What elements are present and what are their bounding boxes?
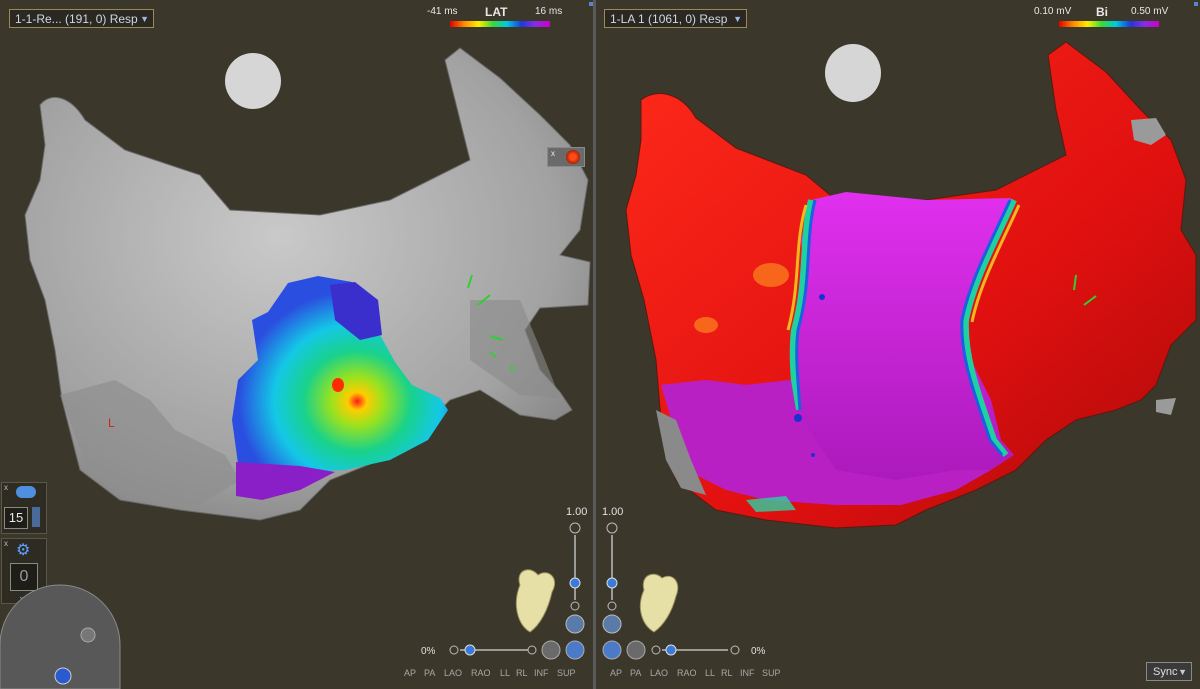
- scale-min: -41 ms: [427, 6, 458, 17]
- left-3d-mesh[interactable]: D: [0, 0, 593, 689]
- scale-gradient-bar: [1059, 21, 1159, 27]
- zoom-slider[interactable]: [605, 522, 619, 610]
- rotation-slider[interactable]: [652, 643, 740, 657]
- view-button-ap[interactable]: AP: [610, 668, 622, 678]
- scale-gradient-bar: [450, 21, 550, 27]
- scale-title: LAT: [485, 5, 508, 19]
- view-button-rl[interactable]: RL: [721, 668, 733, 678]
- view-button-ll[interactable]: LL: [500, 668, 510, 678]
- timer-panel: x ⚙ 0 ⌄: [1, 538, 47, 604]
- stepper-icon[interactable]: [32, 507, 40, 527]
- rotation-slider[interactable]: [450, 643, 536, 657]
- timer-value[interactable]: 0: [10, 563, 38, 591]
- dual-map-workspace: D 1-1-Re... (191, 0) Resp ▼ -41 ms LAT 1…: [0, 0, 1200, 689]
- view-button-rao[interactable]: RAO: [677, 668, 697, 678]
- right-3d-mesh[interactable]: [596, 0, 1200, 689]
- scale-min: 0.10 mV: [1034, 6, 1072, 17]
- view-button-sup[interactable]: SUP: [762, 668, 781, 678]
- scale-max: 0.50 mV: [1131, 6, 1169, 17]
- heart-orientation-icon[interactable]: [510, 565, 560, 635]
- rotation-pct: 0%: [751, 646, 766, 657]
- corner-marker: [1194, 2, 1198, 6]
- view-button-ap[interactable]: AP: [404, 668, 416, 678]
- sync-label: Sync: [1153, 666, 1178, 678]
- chevron-down-icon: ▼: [733, 14, 742, 24]
- close-icon[interactable]: x: [4, 483, 8, 492]
- gear-icon[interactable]: ⚙: [16, 540, 30, 560]
- scale-max: 16 ms: [535, 6, 563, 17]
- left-map-view[interactable]: D 1-1-Re... (191, 0) Resp ▼ -41 ms LAT 1…: [0, 0, 593, 689]
- right-map-view[interactable]: 1-LA 1 (1061, 0) Resp ▼ 0.10 mV Bi 0.50 …: [596, 0, 1200, 689]
- view-button-pa[interactable]: PA: [424, 668, 435, 678]
- svg-text:D: D: [510, 364, 517, 374]
- rotation-pct: 0%: [421, 646, 436, 657]
- scale-title: Bi: [1096, 5, 1108, 19]
- sync-dropdown[interactable]: Sync ▼: [1146, 662, 1192, 681]
- map-selector-dropdown[interactable]: 1-LA 1 (1061, 0) Resp ▼: [604, 9, 747, 28]
- view-button-ll[interactable]: LL: [705, 668, 715, 678]
- close-icon[interactable]: x: [4, 539, 8, 548]
- view-button-pa[interactable]: PA: [630, 668, 641, 678]
- view-button-sup[interactable]: SUP: [557, 668, 576, 678]
- counter-value[interactable]: 15: [4, 507, 28, 529]
- grid-snap-icon[interactable]: x: [547, 147, 585, 167]
- orientation-disc: [825, 44, 881, 102]
- counter-panel: x 15: [1, 482, 47, 534]
- chevron-down-icon: ▼: [1178, 667, 1187, 677]
- chevron-down-icon[interactable]: ⌄: [18, 591, 26, 602]
- heart-orientation-icon[interactable]: [634, 570, 684, 636]
- map-selector-label: 1-LA 1 (1061, 0) Resp: [610, 12, 728, 26]
- view-button-inf[interactable]: INF: [534, 668, 549, 678]
- zoom-value: 1.00: [602, 506, 624, 518]
- view-button-rl[interactable]: RL: [516, 668, 528, 678]
- navigation-dial[interactable]: [0, 622, 120, 689]
- zoom-value: 1.00: [566, 506, 588, 518]
- map-selector-dropdown[interactable]: 1-1-Re... (191, 0) Resp ▼: [9, 9, 154, 28]
- map-selector-label: 1-1-Re... (191, 0) Resp: [15, 12, 138, 26]
- view-button-lao[interactable]: LAO: [444, 668, 462, 678]
- chevron-down-icon: ▼: [140, 14, 149, 24]
- view-button-lao[interactable]: LAO: [650, 668, 668, 678]
- zoom-slider[interactable]: [568, 522, 582, 610]
- orientation-disc: [225, 53, 281, 109]
- heart-filter-icon[interactable]: [16, 486, 36, 498]
- annotation-label: L: [108, 416, 115, 430]
- view-button-inf[interactable]: INF: [740, 668, 755, 678]
- view-button-rao[interactable]: RAO: [471, 668, 491, 678]
